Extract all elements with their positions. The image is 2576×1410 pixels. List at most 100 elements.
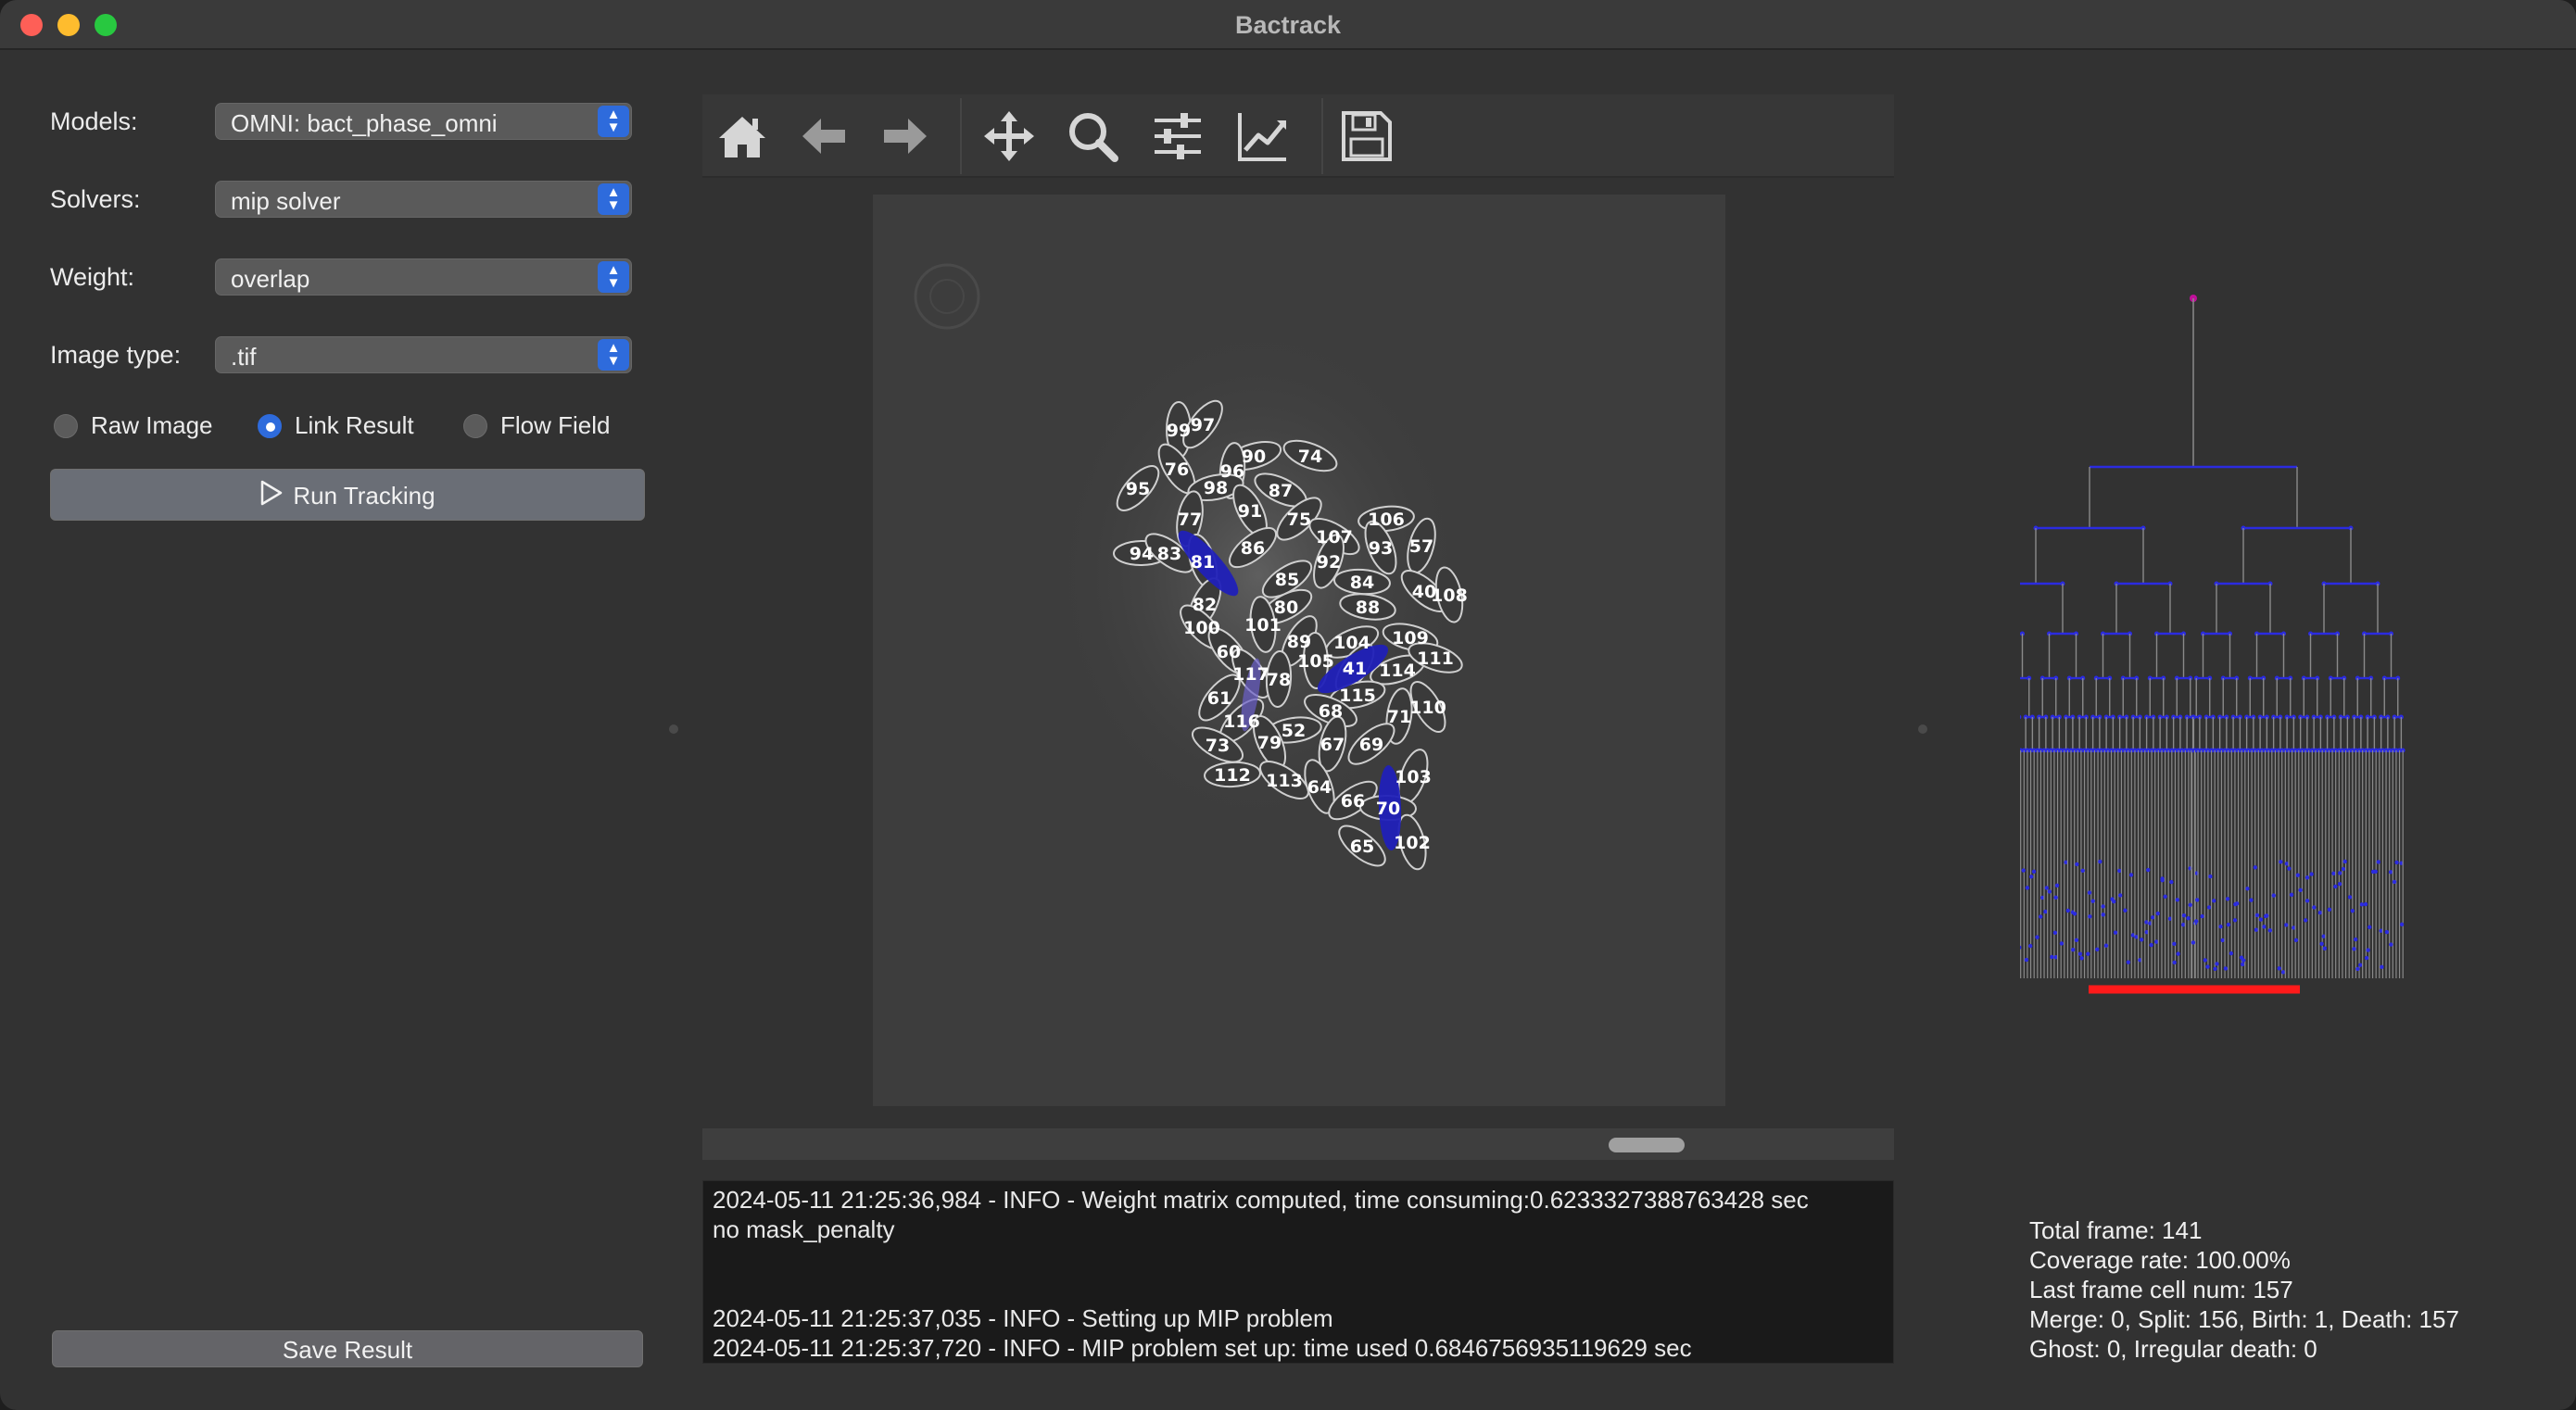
lineage-node <box>2160 878 2165 883</box>
lineage-node <box>2355 966 2360 972</box>
cell-label: 85 <box>1275 570 1299 590</box>
log-console[interactable]: 2024-05-11 21:25:36,984 - INFO - Weight … <box>702 1180 1894 1364</box>
cell-label: 115 <box>1339 686 1376 706</box>
scrollbar-thumb[interactable] <box>1609 1138 1685 1152</box>
lineage-node <box>2087 890 2092 895</box>
solvers-select-value: mip solver <box>231 187 341 215</box>
lineage-node <box>2065 908 2070 913</box>
lineage-node <box>2213 966 2217 971</box>
lineage-node <box>2249 898 2254 902</box>
cell-label: 78 <box>1267 670 1291 690</box>
cell-label: 74 <box>1298 447 1322 467</box>
lineage-node <box>2074 938 2079 943</box>
cell-label: 87 <box>1269 481 1293 501</box>
cell-label: 90 <box>1242 447 1266 467</box>
app-window: Bactrack Models: OMNI: bact_phase_omni ▲… <box>0 0 2576 1410</box>
pan-icon[interactable] <box>980 107 1038 165</box>
right-splitter-handle[interactable] <box>1918 724 1927 734</box>
lineage-node <box>2392 879 2397 885</box>
cell-label: 66 <box>1341 791 1365 812</box>
log-line: 2024-05-11 21:25:37,720 - INFO - MIP pro… <box>713 1334 1692 1362</box>
lineage-node <box>2317 911 2323 915</box>
lineage-node <box>2305 875 2310 880</box>
forward-arrow-icon[interactable] <box>877 107 934 165</box>
lineage-node <box>2117 893 2123 898</box>
updown-chevron-icon: ▲ ▼ <box>598 261 629 293</box>
lineage-node <box>2333 884 2338 889</box>
lineage-node <box>2188 902 2192 908</box>
lineage-node <box>2155 911 2160 916</box>
cell-label: 107 <box>1316 527 1353 548</box>
lineage-node <box>2223 966 2229 971</box>
lineage-node <box>2070 947 2076 952</box>
tracking-stats: Total frame: 141 Coverage rate: 100.00% … <box>2029 1215 2459 1364</box>
cell-label: 113 <box>1266 771 1303 791</box>
zoom-icon[interactable] <box>1064 107 1121 165</box>
lineage-node <box>2309 872 2314 876</box>
lineage-node <box>2253 865 2258 870</box>
cell-label: 81 <box>1191 552 1215 573</box>
configure-subplots-icon[interactable] <box>1149 107 1206 165</box>
lineage-node <box>2352 947 2356 951</box>
lineage-node <box>2368 925 2372 930</box>
lineage-node <box>2389 942 2393 947</box>
events-text: Merge: 0, Split: 156, Birth: 1, Death: 1… <box>2029 1305 2459 1333</box>
cell-label: 92 <box>1317 552 1341 573</box>
raw-image-label: Raw Image <box>91 411 213 439</box>
lineage-node <box>2312 905 2317 910</box>
lineage-node <box>2305 899 2310 903</box>
last-frame-cells-text: Last frame cell num: 157 <box>2029 1276 2293 1303</box>
log-line: 2024-05-11 21:25:37,035 - INFO - Setting… <box>713 1304 1333 1332</box>
lineage-node <box>2200 913 2204 919</box>
image-type-select[interactable]: .tif ▲ ▼ <box>215 336 632 373</box>
lineage-node <box>2053 895 2058 900</box>
lineage-node <box>2031 869 2037 875</box>
edit-axis-icon[interactable] <box>1234 107 1292 165</box>
lineage-node <box>2172 941 2177 946</box>
lineage-node <box>2322 946 2328 950</box>
save-icon[interactable] <box>1338 107 1395 165</box>
run-tracking-button[interactable]: Run Tracking <box>50 469 645 521</box>
cell-label: 104 <box>1333 633 1370 653</box>
cell-label: 77 <box>1178 510 1202 530</box>
lineage-node <box>2181 913 2187 918</box>
lineage-node <box>2220 938 2225 943</box>
lineage-tree <box>2020 269 2465 1001</box>
lineage-node <box>2226 922 2231 927</box>
cell-label: 99 <box>1167 421 1191 441</box>
ghost-text: Ghost: 0, Irregular death: 0 <box>2029 1335 2317 1363</box>
home-icon[interactable] <box>713 107 771 165</box>
updown-chevron-icon: ▲ ▼ <box>598 106 629 137</box>
cell-label: 114 <box>1379 661 1416 681</box>
left-splitter-handle[interactable] <box>669 724 678 734</box>
models-select[interactable]: OMNI: bact_phase_omni ▲ ▼ <box>215 103 632 140</box>
lineage-node <box>2215 962 2219 966</box>
lineage-node <box>2287 866 2292 871</box>
cell-label: 64 <box>1307 777 1332 798</box>
save-result-button[interactable]: Save Result <box>52 1330 643 1367</box>
lineage-node <box>2245 887 2250 891</box>
back-arrow-icon[interactable] <box>795 107 852 165</box>
lineage-node <box>2101 913 2105 917</box>
lineage-node <box>2175 898 2179 902</box>
lineage-node <box>2363 901 2368 907</box>
coverage-rate-text: Coverage rate: 100.00% <box>2029 1246 2291 1274</box>
lineage-node <box>2075 862 2079 867</box>
lineage-node <box>2169 879 2174 885</box>
horizontal-scrollbar[interactable] <box>702 1128 1894 1160</box>
cell-label: 86 <box>1241 538 1265 559</box>
total-frame-text: Total frame: 141 <box>2029 1216 2203 1244</box>
lineage-node <box>2072 912 2077 916</box>
weight-select[interactable]: overlap ▲ ▼ <box>215 258 632 296</box>
lineage-node <box>2205 964 2210 969</box>
solvers-select[interactable]: mip solver ▲ ▼ <box>215 181 632 218</box>
lineage-node <box>2331 871 2336 876</box>
lineage-node <box>2277 966 2281 971</box>
lineage-node <box>2112 899 2116 904</box>
lineage-node <box>2366 948 2370 952</box>
cell-label: 97 <box>1191 415 1215 435</box>
plot-toolbar <box>702 94 1894 178</box>
microscopy-image[interactable]: 99 97 90 74 76 96 95 98 87 91 77 75 106 107 93 57 86 94 83… <box>873 195 1725 1106</box>
